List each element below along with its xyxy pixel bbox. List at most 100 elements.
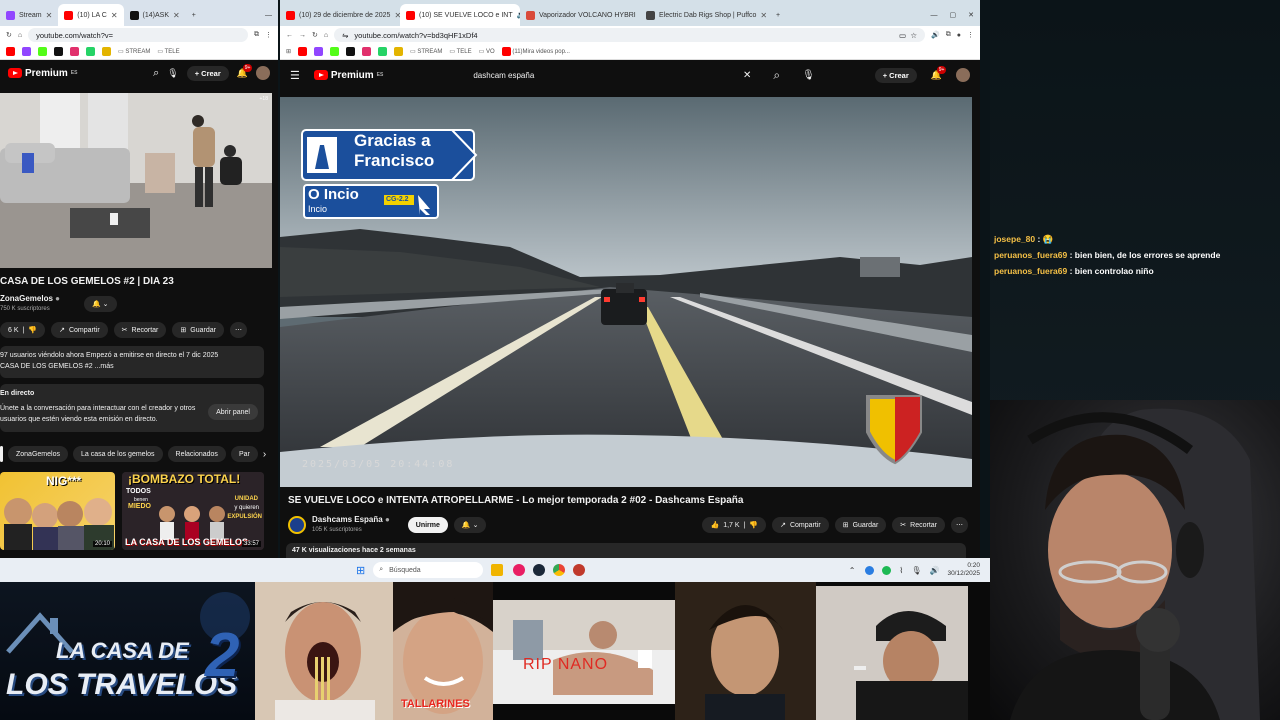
taskbar-search[interactable]: ⌕ Búsqueda xyxy=(373,562,484,578)
more-actions-button[interactable]: ⋯ xyxy=(229,322,247,338)
window-minimize-button[interactable]: — xyxy=(259,4,278,26)
left-url-field[interactable]: youtube.com/watch?v= xyxy=(28,28,248,42)
related-video-thumbnail[interactable]: NIG*** 20:10 xyxy=(0,472,115,550)
file-explorer-icon[interactable] xyxy=(491,564,504,576)
bookmark-folder-vo[interactable]: ▭ VO xyxy=(479,48,495,55)
bookmark-kick-icon[interactable] xyxy=(330,47,340,56)
close-icon[interactable]: ✕ xyxy=(173,11,180,20)
extensions-icon[interactable]: ⧉ xyxy=(946,31,951,39)
save-button[interactable]: ⊞ Guardar xyxy=(834,517,887,533)
channel-avatar[interactable] xyxy=(288,516,306,534)
bookmark-folder-tele[interactable]: ▭ TELE xyxy=(449,48,471,55)
bookmark-star-icon[interactable]: ☆ xyxy=(910,31,917,40)
bookmark-instagram-icon[interactable] xyxy=(362,47,372,56)
bookmark-folder-stream[interactable]: ▭ STREAM xyxy=(118,48,150,55)
right-tab-4[interactable]: Electric Dab Rigs Shop | Puffco ✕ xyxy=(640,4,770,26)
more-actions-button[interactable]: ⋯ xyxy=(951,517,968,533)
mic-icon[interactable]: 🎙 xyxy=(911,566,921,575)
youtube-premium-logo[interactable]: Premium ES xyxy=(8,68,77,79)
share-button[interactable]: ↗ Compartir xyxy=(51,322,108,338)
bookmark-twitch-icon[interactable] xyxy=(22,47,31,56)
site-info-icon[interactable]: ⇋ xyxy=(342,31,348,40)
close-icon[interactable]: ✕ xyxy=(111,11,118,20)
avatar[interactable] xyxy=(956,68,970,82)
bookmark-folder-stream[interactable]: ▭ STREAM xyxy=(410,48,442,55)
extensions-icon[interactable]: ⧉ xyxy=(254,31,259,39)
join-button[interactable]: Unirme xyxy=(407,517,448,533)
chrome-icon[interactable] xyxy=(553,564,566,576)
chip-casa-gemelos[interactable]: La casa de los gemelos xyxy=(72,446,163,462)
bookmark-kick-icon[interactable] xyxy=(38,47,47,56)
subscribed-bell-button[interactable]: 🔔 ⌄ xyxy=(453,517,487,533)
chevron-right-icon[interactable]: › xyxy=(263,449,266,460)
create-button[interactable]: + Crear xyxy=(186,65,229,81)
channel-name[interactable]: Dashcams España xyxy=(312,515,383,524)
search-icon[interactable]: ⌕ xyxy=(773,68,780,83)
bookmark-whatsapp-icon[interactable] xyxy=(378,47,388,56)
app-icon[interactable] xyxy=(513,564,526,576)
home-icon[interactable]: ⌂ xyxy=(324,32,328,39)
left-video-player[interactable]: +18 xyxy=(0,93,272,268)
open-chat-panel-button[interactable]: Abrir panel xyxy=(208,404,258,420)
chip-relacionados[interactable]: Relacionados xyxy=(167,446,226,462)
more-icon[interactable]: ⋮ xyxy=(265,31,272,39)
tray-app-icon[interactable] xyxy=(882,565,892,575)
chip-zonagemelos[interactable]: ZonaGemelos xyxy=(8,446,68,462)
subscribed-bell-button[interactable]: 🔔 ⌄ xyxy=(83,296,117,312)
window-close-button[interactable]: ✕ xyxy=(962,4,980,26)
new-tab-button[interactable]: + xyxy=(186,4,202,26)
bookmark-instagram-icon[interactable] xyxy=(70,47,79,56)
bookmark-videos[interactable]: (11)Mira videos pop... xyxy=(501,47,570,56)
chip-all[interactable] xyxy=(0,446,3,462)
bookmark-pokemon-icon[interactable] xyxy=(102,47,111,56)
tray-app-icon[interactable] xyxy=(865,565,875,575)
youtube-premium-logo[interactable]: Premium ES xyxy=(313,70,383,81)
close-icon[interactable]: ✕ xyxy=(760,11,767,20)
wifi-icon[interactable]: ⌇ xyxy=(899,566,903,575)
like-button[interactable]: 👍 1,7 K | 👎 xyxy=(702,517,767,533)
left-description-box[interactable]: 97 usuarios viéndolo ahora Empezó a emit… xyxy=(0,346,264,378)
home-icon[interactable]: ⌂ xyxy=(18,32,22,39)
share-button[interactable]: ↗ Compartir xyxy=(772,517,829,533)
left-tab-stream[interactable]: Stream ✕ xyxy=(0,4,58,26)
bookmark-pokemon-icon[interactable] xyxy=(394,47,404,56)
right-tab-1[interactable]: (10) 29 de diciembre de 2025 ✕ xyxy=(280,4,400,26)
chip-para-ti[interactable]: Par xyxy=(230,446,258,462)
close-icon[interactable]: ✕ xyxy=(46,11,53,20)
tray-chevron-icon[interactable]: ⌃ xyxy=(849,566,856,575)
left-tab-youtube[interactable]: (10) LA C ✕ xyxy=(58,4,124,26)
right-url-field[interactable]: ⇋ youtube.com/watch?v=bd3qHF1xDf4 ▭ ☆ xyxy=(334,28,926,42)
right-tab-3[interactable]: Vaporizador VOLCANO HYBRI ✕ xyxy=(520,4,640,26)
clip-button[interactable]: ✂ Recortar xyxy=(113,322,167,338)
notifications-bell-icon[interactable]: 🔔 9+ xyxy=(237,63,253,79)
reload-icon[interactable]: ↻ xyxy=(312,31,318,39)
back-icon[interactable]: ← xyxy=(286,32,293,39)
clear-search-icon[interactable]: ✕ xyxy=(743,70,751,81)
mic-icon[interactable]: 🎙 xyxy=(167,68,178,79)
apps-icon[interactable]: ⊞ xyxy=(286,48,291,55)
steam-icon[interactable] xyxy=(533,564,546,576)
windows-start-icon[interactable]: ⊞ xyxy=(356,564,365,577)
menu-icon[interactable]: ☰ xyxy=(290,69,300,82)
avatar[interactable] xyxy=(256,66,270,80)
reload-icon[interactable]: ↻ xyxy=(6,31,12,39)
volume-icon[interactable]: 🔊 xyxy=(929,566,939,575)
bookmark-youtube-icon[interactable] xyxy=(6,47,15,56)
create-button[interactable]: + Crear xyxy=(874,67,917,83)
notifications-bell-icon[interactable]: 🔔 9+ xyxy=(931,65,947,81)
window-maximize-button[interactable]: ▢ xyxy=(944,4,963,26)
search-input[interactable]: dashcam españa ✕ xyxy=(467,65,757,85)
save-button[interactable]: ⊞ Guardar xyxy=(172,322,224,338)
cast-icon[interactable]: ▭ xyxy=(899,31,906,40)
mic-icon[interactable]: 🎙 xyxy=(802,70,815,81)
bookmark-folder-tele[interactable]: ▭ TELE xyxy=(157,48,179,55)
taskbar-clock[interactable]: 0:20 30/12/2025 xyxy=(947,562,980,578)
bookmark-twitch-icon[interactable] xyxy=(314,47,324,56)
like-button[interactable]: 6 K | 👎 xyxy=(0,322,46,338)
channel-name[interactable]: ZonaGemelos xyxy=(0,294,53,303)
window-minimize-button[interactable]: — xyxy=(925,4,944,26)
clip-button[interactable]: ✂ Recortar xyxy=(892,517,945,533)
left-tab-ask[interactable]: (14)ASK ✕ xyxy=(124,4,186,26)
bookmark-tiktok-icon[interactable] xyxy=(346,47,356,56)
profile-icon[interactable]: ● xyxy=(957,32,961,39)
